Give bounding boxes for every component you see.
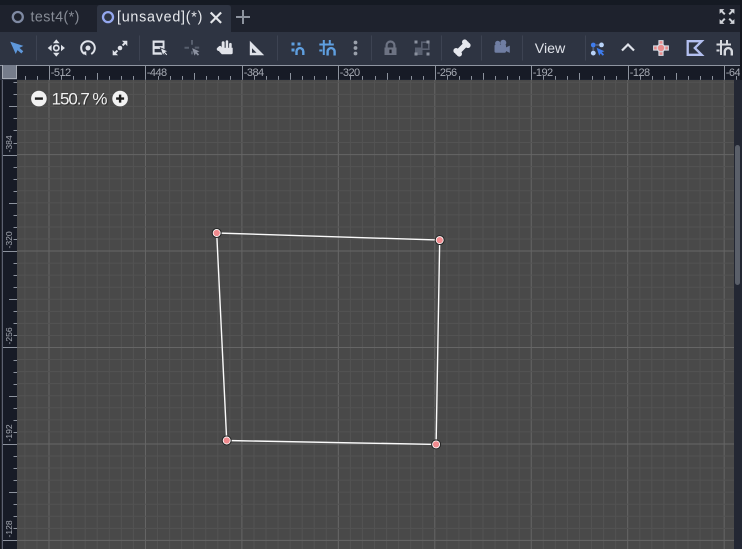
svg-text:-512: -512	[51, 67, 71, 79]
svg-text:-128: -128	[4, 520, 14, 537]
svg-text:test4(*): test4(*)	[31, 10, 80, 26]
svg-text:-320: -320	[4, 231, 14, 248]
svg-text:-384: -384	[4, 135, 14, 152]
svg-text:-256: -256	[437, 67, 457, 79]
svg-text:-448: -448	[147, 67, 167, 79]
svg-text:-192: -192	[4, 424, 14, 441]
svg-text:-384: -384	[244, 67, 264, 79]
svg-text:150.7 %: 150.7 %	[52, 89, 108, 108]
svg-text:View: View	[535, 41, 566, 57]
svg-text:-320: -320	[340, 67, 360, 79]
svg-text:-256: -256	[4, 327, 14, 344]
svg-text:[unsaved](*): [unsaved](*)	[117, 10, 203, 26]
svg-text:-192: -192	[533, 67, 553, 79]
svg-text:-128: -128	[630, 67, 650, 79]
svg-text:-64: -64	[726, 67, 741, 79]
